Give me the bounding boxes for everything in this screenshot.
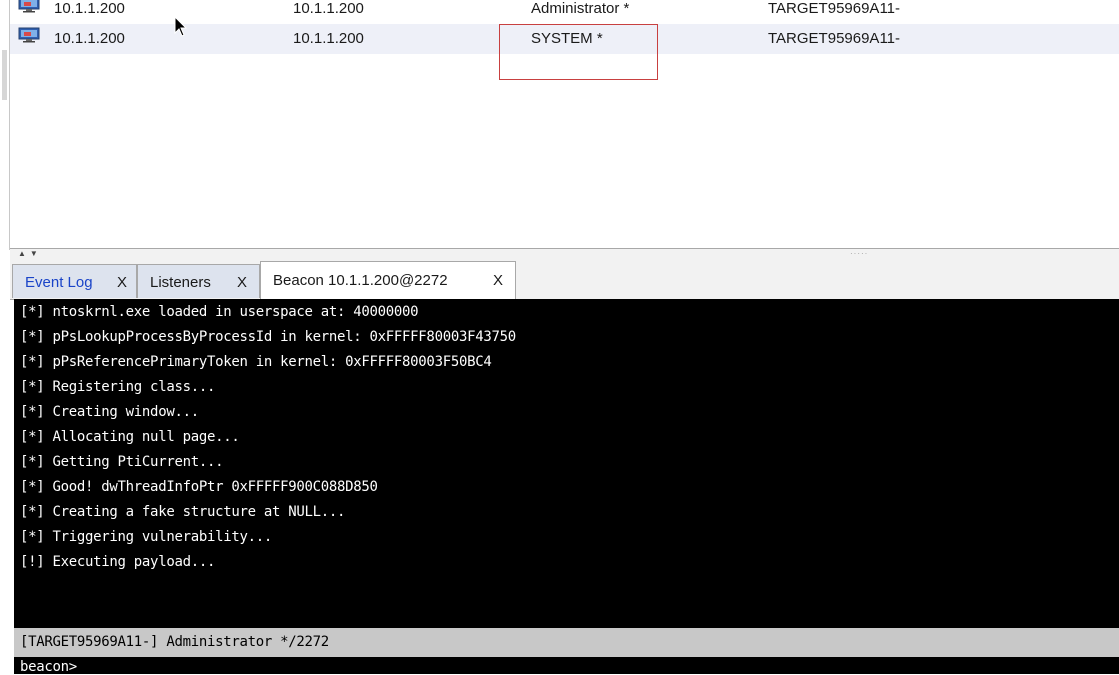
console-line: [*] ntoskrnl.exe loaded in userspace at:… [20, 304, 419, 320]
close-icon[interactable]: X [117, 274, 127, 291]
console-line: [*] Triggering vulnerability... [20, 529, 272, 545]
drag-handle-icon[interactable]: ····· [850, 250, 868, 258]
monitor-icon [18, 0, 40, 13]
scrollbar-thumb[interactable] [2, 50, 7, 100]
console-line: [*] Registering class... [20, 379, 216, 395]
tab-listeners[interactable]: Listeners X [137, 264, 260, 298]
collapse-arrows-icon[interactable]: ▲▼ [18, 249, 42, 259]
computer: TARGET95969A11- [768, 30, 901, 47]
console-line: [*] pPsReferencePrimaryToken in kernel: … [20, 354, 492, 370]
left-panel-edge [0, 0, 10, 250]
beacon-console-output: [*] ntoskrnl.exe loaded in userspace at:… [14, 299, 1119, 628]
command-line: beacon> [14, 657, 1119, 675]
beacon-status-bar: [TARGET95969A11-] Administrator */2272 [14, 628, 1119, 657]
console-line: [*] Creating a fake structure at NULL... [20, 504, 346, 520]
external-ip: 10.1.1.200 [54, 30, 125, 47]
external-ip: 10.1.1.200 [54, 0, 125, 17]
computer: TARGET95969A11- [768, 0, 901, 17]
console-line: [*] pPsLookupProcessByProcessId in kerne… [20, 329, 516, 345]
monitor-icon [18, 27, 40, 43]
console-line: [*] Good! dwThreadInfoPtr 0xFFFFF900C088… [20, 479, 378, 495]
prompt-label: beacon> [20, 659, 77, 675]
command-input[interactable] [98, 657, 1113, 674]
console-line: [*] Getting PtiCurrent... [20, 454, 224, 470]
session-table: 10.1.1.200 10.1.1.200 Administrator * TA… [10, 0, 1119, 249]
highlight-box [499, 24, 658, 80]
user: Administrator * [531, 0, 630, 17]
close-icon[interactable]: X [237, 274, 247, 291]
tab-label: Beacon 10.1.1.200@2272 [273, 272, 448, 289]
console-line: [*] Allocating null page... [20, 429, 240, 445]
status-text: [TARGET95969A11-] Administrator */2272 [20, 634, 329, 650]
tab-label: Listeners [150, 274, 211, 291]
console-line: [!] Executing payload... [20, 554, 216, 570]
mouse-cursor-icon [174, 16, 188, 37]
tab-label: Event Log [25, 274, 93, 291]
tab-beacon[interactable]: Beacon 10.1.1.200@2272 X [260, 261, 516, 299]
console-line: [*] Creating window... [20, 404, 199, 420]
internal-ip: 10.1.1.200 [293, 0, 364, 17]
split-pane-divider[interactable]: ▲▼ ····· [10, 249, 1119, 261]
internal-ip: 10.1.1.200 [293, 30, 364, 47]
tab-event-log[interactable]: Event Log X [12, 264, 137, 298]
close-icon[interactable]: X [493, 272, 503, 289]
tab-bar: Event Log X Listeners X Beacon 10.1.1.20… [10, 261, 1119, 300]
